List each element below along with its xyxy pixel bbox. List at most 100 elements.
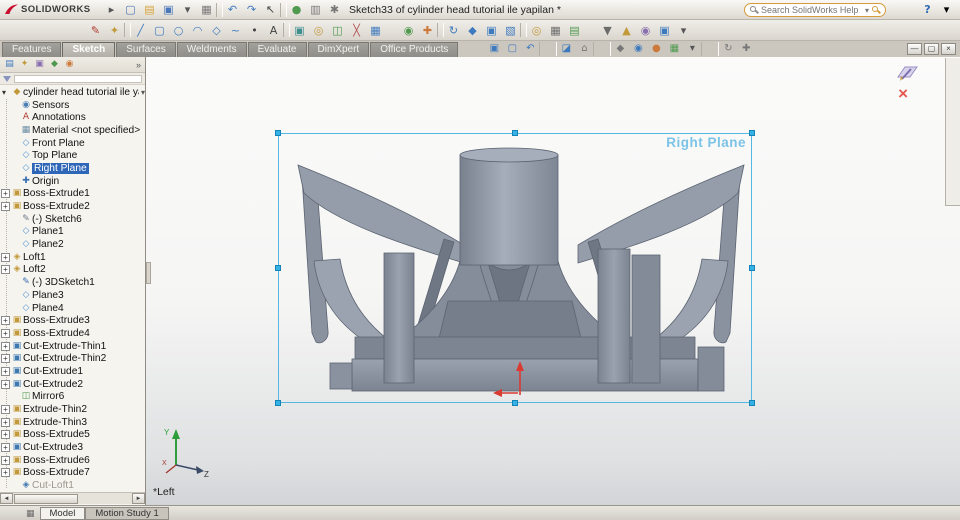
arc-icon[interactable]: ◠: [188, 22, 207, 39]
selection-handle[interactable]: [749, 130, 755, 136]
tree-item[interactable]: ◇ Plane3: [0, 289, 145, 302]
expander-icon[interactable]: [10, 304, 19, 313]
search-go-icon[interactable]: [871, 5, 881, 15]
plane-selection-box[interactable]: [275, 130, 755, 406]
display-relations-icon[interactable]: ◉: [399, 22, 418, 39]
selection-handle[interactable]: [512, 130, 518, 136]
displaymanager-tab-icon[interactable]: ◉: [62, 58, 77, 72]
study-tab[interactable]: Model: [39, 506, 86, 520]
expander-icon[interactable]: +: [1, 468, 10, 478]
previous-view-icon[interactable]: ↶: [521, 42, 539, 56]
expander-icon[interactable]: +: [1, 455, 10, 465]
configurationmanager-tab-icon[interactable]: ▣: [32, 58, 47, 72]
expander-icon[interactable]: +: [1, 341, 10, 351]
sketch-picture-icon[interactable]: ▤: [565, 22, 584, 39]
command-tab[interactable]: Sketch: [62, 42, 116, 57]
toolbar-dropdown-icon[interactable]: ▾: [674, 22, 693, 39]
search-box[interactable]: ▾: [744, 3, 886, 17]
featuremanager-tab-icon[interactable]: ▤: [2, 58, 17, 72]
toolbar-icon[interactable]: [124, 23, 131, 37]
panel-chevron-icon[interactable]: »: [136, 60, 143, 70]
move-entities-icon[interactable]: ◆: [463, 22, 482, 39]
command-tab[interactable]: DimXpert: [307, 42, 370, 57]
file-properties-icon[interactable]: ▥: [306, 1, 325, 18]
offset-entities-icon[interactable]: ◎: [309, 22, 328, 39]
view-toolbar-icon[interactable]: [701, 42, 720, 56]
scroll-left-button[interactable]: ◄: [0, 493, 13, 504]
scroll-right-button[interactable]: ►: [132, 493, 145, 504]
tree-item[interactable]: ◇ Front Plane: [0, 137, 145, 150]
no-external-refs-icon[interactable]: ◉: [636, 22, 655, 39]
selection-handle[interactable]: [749, 265, 755, 271]
study-tab[interactable]: Motion Study 1: [85, 506, 169, 520]
tree-item[interactable]: + ▣ Cut-Extrude-Thin2: [0, 352, 145, 365]
quick-snaps-icon[interactable]: ◎: [527, 22, 546, 39]
tree-item[interactable]: ✎ (-) 3DSketch1: [0, 276, 145, 289]
expander-icon[interactable]: [10, 164, 19, 173]
tree-item[interactable]: + ▣ Boss-Extrude5: [0, 429, 145, 442]
tree-item[interactable]: + ◈ Loft2: [0, 264, 145, 277]
instant3d-icon[interactable]: ▲: [617, 22, 636, 39]
new-document-icon[interactable]: ▢: [121, 1, 140, 18]
restore-button[interactable]: ▢: [924, 43, 939, 55]
close-button[interactable]: ×: [941, 43, 956, 55]
expander-icon[interactable]: +: [1, 252, 10, 262]
expander-icon[interactable]: +: [1, 405, 10, 415]
section-view-icon[interactable]: ◪: [557, 42, 575, 56]
cancel-sketch-icon[interactable]: ×: [898, 85, 908, 102]
tree-item[interactable]: + ▣ Boss-Extrude4: [0, 327, 145, 340]
tree-item[interactable]: ◇ Top Plane: [0, 149, 145, 162]
viewport[interactable]: Right Plane × Y Z X *Left: [146, 57, 960, 505]
filter-input[interactable]: [14, 74, 142, 83]
tree-item[interactable]: + ▣ Boss-Extrude6: [0, 454, 145, 467]
selection-handle[interactable]: [749, 400, 755, 406]
tree-item[interactable]: ✚ Origin: [0, 175, 145, 188]
view-toolbar-icon[interactable]: [593, 42, 612, 56]
rotate-view-icon[interactable]: ↻: [719, 42, 737, 56]
command-tab[interactable]: Office Products: [370, 42, 459, 57]
tree-item[interactable]: + ▣ Extrude-Thin3: [0, 416, 145, 429]
tree-item[interactable]: ◫ Mirror6: [0, 391, 145, 404]
pan-icon[interactable]: ✚: [737, 42, 755, 56]
expander-icon[interactable]: [10, 392, 19, 401]
expander-icon[interactable]: +: [1, 379, 10, 389]
command-tab[interactable]: Features: [2, 42, 62, 57]
redo-icon[interactable]: ↷: [242, 1, 261, 18]
propertymanager-tab-icon[interactable]: ✦: [17, 58, 32, 72]
expander-icon[interactable]: +: [1, 202, 10, 212]
select-arrow-icon[interactable]: ↖: [261, 1, 280, 18]
selection-filter-icon[interactable]: ▼: [598, 22, 617, 39]
expander-icon[interactable]: +: [1, 366, 10, 376]
tree-item[interactable]: ✎ (-) Sketch6: [0, 213, 145, 226]
tree-item[interactable]: A Annotations: [0, 111, 145, 124]
copy-entities-icon[interactable]: ▣: [482, 22, 501, 39]
tree-item[interactable]: ◉ Sensors: [0, 99, 145, 112]
minimize-button[interactable]: —: [907, 43, 922, 55]
expander-icon[interactable]: +: [1, 354, 10, 364]
expander-icon[interactable]: +: [1, 189, 10, 199]
text-icon[interactable]: A: [264, 22, 283, 39]
apply-scene-icon[interactable]: ▦: [665, 42, 683, 56]
command-tab[interactable]: Weldments: [176, 42, 247, 57]
expander-icon[interactable]: [10, 278, 19, 287]
open-document-icon[interactable]: ▤: [140, 1, 159, 18]
repair-sketch-icon[interactable]: ✚: [418, 22, 437, 39]
expander-icon[interactable]: [10, 101, 19, 110]
tree-item[interactable]: ◇ Plane1: [0, 226, 145, 239]
tree-item[interactable]: ▦ Material <not specified>: [0, 124, 145, 137]
toolbar-icon[interactable]: [283, 23, 290, 37]
expander-icon[interactable]: +: [1, 316, 10, 326]
tree-item[interactable]: + ▣ Extrude-Thin2: [0, 403, 145, 416]
expander-icon[interactable]: [10, 227, 19, 236]
print-document-icon[interactable]: ▦: [197, 1, 216, 18]
tree-item[interactable]: ◇ Plane2: [0, 238, 145, 251]
edit-appearance-icon[interactable]: ●: [647, 42, 665, 56]
polygon-icon[interactable]: ◇: [207, 22, 226, 39]
tree-item[interactable]: + ◈ Loft1: [0, 251, 145, 264]
expander-icon[interactable]: [10, 126, 19, 135]
menu-pin-icon[interactable]: ▸: [102, 1, 121, 18]
command-tab[interactable]: Evaluate: [247, 42, 307, 57]
view-toolbar-icon[interactable]: [539, 42, 558, 56]
rapid-sketch-icon[interactable]: ↻: [444, 22, 463, 39]
grid-settings-icon[interactable]: ▦: [546, 22, 565, 39]
